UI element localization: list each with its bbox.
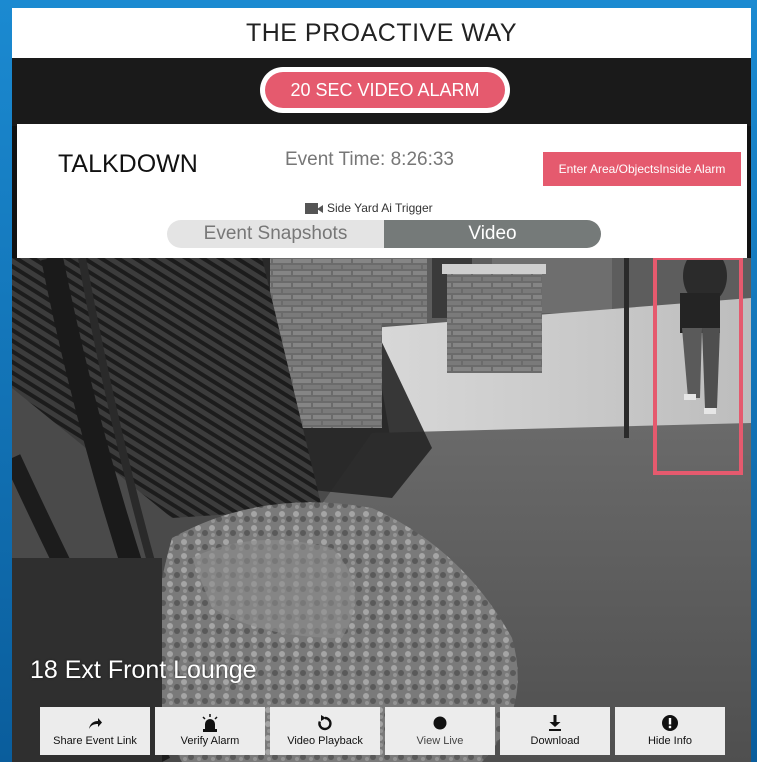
alarm-bar: 20 SEC VIDEO ALARM (12, 58, 751, 126)
siren-icon (201, 714, 219, 732)
video-alarm-button[interactable]: 20 SEC VIDEO ALARM (260, 67, 510, 113)
page-title: THE PROACTIVE WAY (245, 18, 518, 47)
tab-video[interactable]: Video (384, 220, 601, 248)
tab-event-snapshots[interactable]: Event Snapshots (167, 220, 384, 248)
download-button[interactable]: Download (500, 707, 610, 755)
title-bar: THE PROACTIVE WAY (12, 8, 751, 58)
share-event-link-button[interactable]: Share Event Link (40, 707, 150, 755)
share-event-link-label: Share Event Link (53, 735, 137, 747)
video-playback-label: Video Playback (287, 735, 363, 747)
view-live-label: View Live (416, 735, 464, 747)
info-icon (662, 714, 678, 732)
verify-alarm-button[interactable]: Verify Alarm (155, 707, 265, 755)
download-icon (548, 714, 562, 732)
record-dot-icon (433, 714, 447, 732)
trigger-info: Side Yard Ai Trigger (305, 201, 433, 215)
video-camera-icon (305, 202, 323, 214)
video-playback-button[interactable]: Video Playback (270, 707, 380, 755)
hide-info-button[interactable]: Hide Info (615, 707, 725, 755)
view-live-button[interactable]: View Live (385, 707, 495, 755)
app-frame: THE PROACTIVE WAY 20 SEC VIDEO ALARM 18 … (0, 0, 757, 762)
enter-area-button[interactable]: Enter Area/ObjectsInside Alarm (543, 152, 741, 186)
event-info-panel: TALKDOWN Event Time: 8:26:33 Enter Area/… (17, 124, 747, 258)
video-alarm-label: 20 SEC VIDEO ALARM (265, 72, 505, 108)
view-toggle: Event Snapshots Video (167, 220, 601, 248)
share-arrow-icon (87, 714, 103, 732)
alarm-viewer: THE PROACTIVE WAY 20 SEC VIDEO ALARM 18 … (12, 8, 751, 762)
event-time: Event Time: 8:26:33 (285, 149, 454, 170)
camera-name-label: 18 Ext Front Lounge (30, 656, 257, 684)
hide-info-label: Hide Info (647, 735, 693, 747)
talkdown-label: TALKDOWN (58, 150, 198, 178)
action-toolbar: Share Event Link Verify Alarm Video Play… (40, 707, 730, 755)
camera-video[interactable]: 18 Ext Front Lounge Share Event Link Ver… (12, 258, 751, 762)
verify-alarm-label: Verify Alarm (180, 735, 240, 747)
trigger-text: Side Yard Ai Trigger (327, 201, 433, 215)
download-label: Download (530, 735, 580, 747)
camera-frame-image (12, 258, 751, 762)
replay-icon (317, 714, 333, 732)
